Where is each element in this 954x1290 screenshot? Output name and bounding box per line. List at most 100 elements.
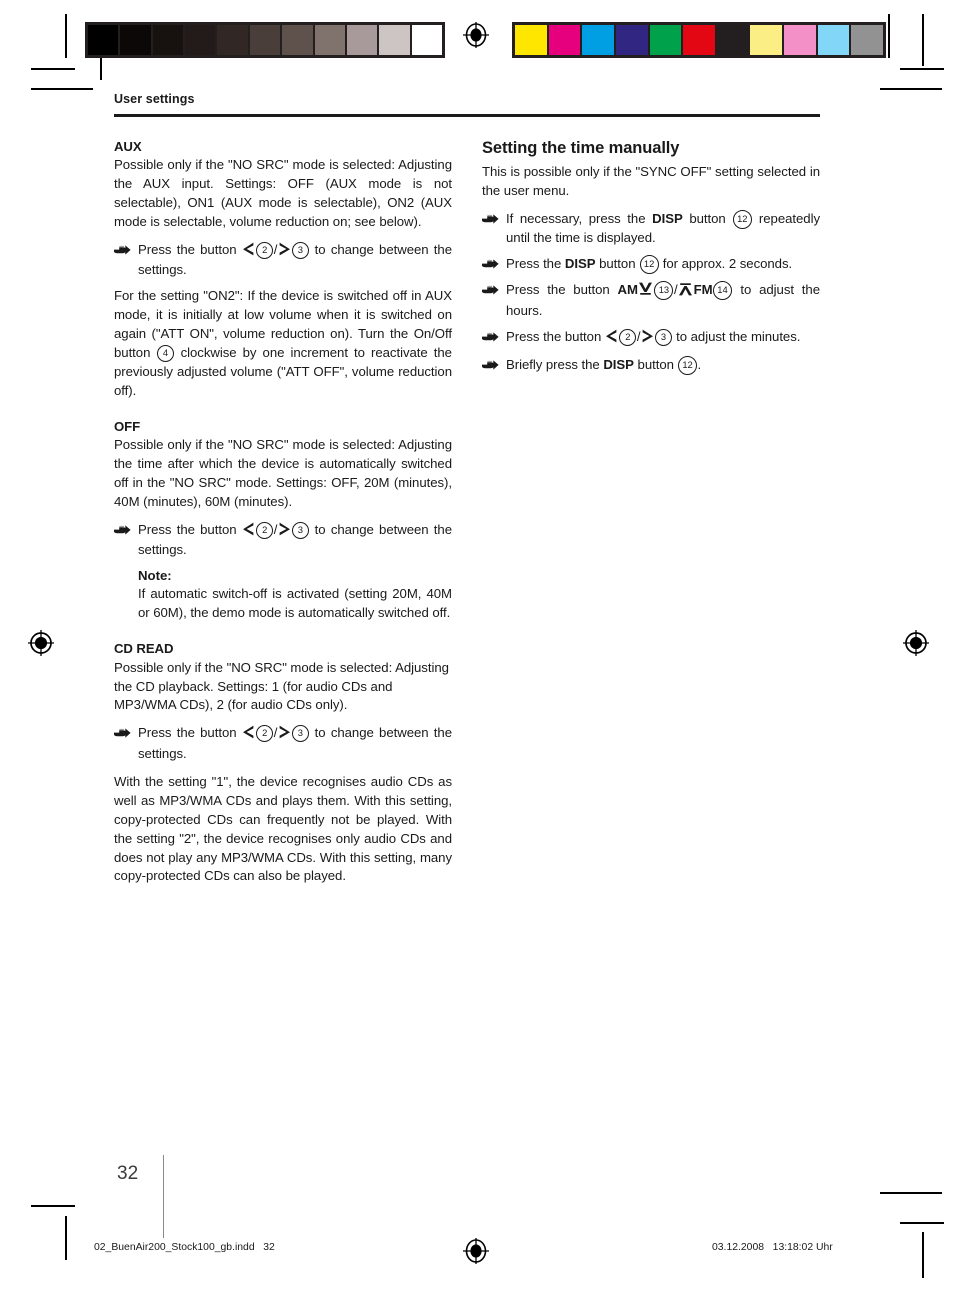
hand-pointer-icon <box>114 241 138 281</box>
crop-mark-bottom-left-v <box>65 1216 67 1260</box>
fm-button-label: FM <box>693 281 713 297</box>
chevron-right-icon <box>278 242 291 262</box>
disp-button-label: DISP <box>652 211 683 227</box>
crop-mark-top-left-h2 <box>31 88 93 90</box>
grayscale-control-strip <box>85 22 445 58</box>
off-step: Press the button 2/3 to change between t… <box>114 521 452 561</box>
off-intro-text: Possible only if the "NO SRC" mode is se… <box>114 437 452 509</box>
color-swatch-10 <box>851 25 884 55</box>
crop-mark-top-right-v <box>888 14 890 58</box>
button-number-14: 14 <box>713 280 733 300</box>
imprint-filename: 02_BuenAir200_Stock100_gb.indd 32 <box>94 1242 275 1253</box>
color-swatch-7 <box>750 25 783 55</box>
color-swatch-10 <box>411 25 442 55</box>
time-step-2-text: Press the DISP button 12 for approx. 2 s… <box>506 254 820 274</box>
color-swatch-5 <box>683 25 715 55</box>
button-number-12: 12 <box>678 355 698 375</box>
color-swatch-2 <box>582 25 614 55</box>
am-button-label: AM <box>617 281 638 297</box>
crop-mark-bottom-right-h2 <box>900 1222 944 1224</box>
color-swatch-2 <box>152 25 184 55</box>
aux-step: Press the button 2/3 to change between t… <box>114 241 452 281</box>
button-number-4: 4 <box>156 344 174 362</box>
cd-read-detail-text: With the setting "1", the device recogni… <box>114 774 452 884</box>
disp-button-label: DISP <box>564 255 596 271</box>
imprint-timestamp: 03.12.2008 13:18:02 Uhr <box>712 1242 833 1253</box>
button-number-3: 3 <box>291 725 309 743</box>
hand-pointer-icon <box>482 255 506 274</box>
button-number-12: 12 <box>639 254 659 274</box>
hand-pointer-icon <box>482 328 506 349</box>
hand-pointer-icon <box>482 356 506 375</box>
button-number-13: 13 <box>654 280 674 300</box>
time-step-1-text: If necessary, press the DISP button 12 r… <box>506 210 820 246</box>
time-step-5-text: Briefly press the DISP button 12. <box>506 355 820 375</box>
aux-on2-text: For the setting "ON2": If the device is … <box>114 288 452 398</box>
crop-mark-bottom-right-v <box>922 1232 924 1278</box>
section-title-aux: AUX <box>114 138 142 154</box>
time-step-3-text: Press the button AM 13/FM 14 to adjust the… <box>506 280 820 318</box>
chevron-left-icon <box>242 725 255 745</box>
color-swatch-8 <box>346 25 378 55</box>
time-step-4: Press the button 2/3 to adjust the minut… <box>482 328 820 349</box>
manual-page: User settings AUX Possible only if the "… <box>0 0 954 1290</box>
crop-mark-top-right-h <box>900 68 944 70</box>
crop-mark-top-left-h <box>31 68 75 70</box>
chevron-right-icon <box>278 522 291 542</box>
chevron-left-icon <box>242 522 255 542</box>
button-number-2: 2 <box>256 725 274 743</box>
hand-pointer-icon <box>482 210 506 248</box>
hand-pointer-icon <box>114 724 138 764</box>
registration-mark-bottom <box>463 1238 489 1264</box>
note-block: Note: If automatic switch-off is activat… <box>138 567 452 623</box>
header-rule <box>114 114 820 117</box>
color-swatch-4 <box>649 25 682 55</box>
cd-read-intro-text: Possible only if the "NO SRC" mode is se… <box>114 659 449 713</box>
color-swatch-8 <box>784 25 816 55</box>
chevron-right-icon <box>641 329 654 349</box>
setting-time-intro: This is possible only if the "SYNC OFF" … <box>482 164 820 199</box>
crop-mark-top-right-v2 <box>922 14 924 66</box>
registration-mark-top <box>463 22 489 48</box>
button-number-3: 3 <box>291 521 309 539</box>
button-number-3: 3 <box>291 241 309 259</box>
note-text: If automatic switch-off is activated (se… <box>138 586 452 621</box>
color-swatch-5 <box>249 25 281 55</box>
chevron-right-icon <box>278 725 291 745</box>
section-title-off: OFF <box>114 418 141 434</box>
crop-mark-top-right-h2 <box>880 88 942 90</box>
page-title-setting-time: Setting the time manually <box>482 138 680 157</box>
button-number-2: 2 <box>256 241 274 259</box>
chevron-left-icon <box>605 329 618 349</box>
button-number-12: 12 <box>732 210 752 230</box>
time-step-5: Briefly press the DISP button 12. <box>482 355 820 375</box>
section-title-cd-read: CD READ <box>114 641 174 657</box>
color-swatch-9 <box>817 25 850 55</box>
color-swatch-4 <box>217 25 248 55</box>
seek-down-icon <box>638 282 653 302</box>
page-number: 32 <box>117 1163 139 1184</box>
color-control-strip <box>512 22 886 58</box>
aux-intro-text: Possible only if the "NO SRC" mode is se… <box>114 157 452 229</box>
color-swatch-6 <box>282 25 313 55</box>
crop-mark-bottom-right-h <box>880 1192 942 1194</box>
color-swatch-7 <box>314 25 345 55</box>
aux-step-text: Press the button 2/3 to change between t… <box>138 241 452 278</box>
crop-mark-top-left-v <box>65 14 67 58</box>
hand-pointer-icon <box>114 521 138 561</box>
right-column: Setting the time manually This is possib… <box>482 139 820 896</box>
left-column: AUX Possible only if the "NO SRC" mode i… <box>114 139 452 896</box>
hand-pointer-icon <box>482 281 506 321</box>
color-swatch-9 <box>379 25 410 55</box>
registration-mark-right <box>903 630 929 656</box>
time-step-1: If necessary, press the DISP button 12 r… <box>482 210 820 248</box>
button-number-3: 3 <box>655 328 672 346</box>
registration-mark-left <box>28 630 54 656</box>
time-step-3: Press the button AM 13/FM 14 to adjust the… <box>482 280 820 321</box>
seek-up-icon <box>678 282 693 302</box>
button-number-2: 2 <box>619 328 637 346</box>
color-swatch-3 <box>615 25 648 55</box>
cd-read-step-text: Press the button 2/3 to change between t… <box>138 725 452 762</box>
crop-mark-bottom-left-h <box>31 1205 75 1207</box>
disp-button-label: DISP <box>603 356 634 372</box>
